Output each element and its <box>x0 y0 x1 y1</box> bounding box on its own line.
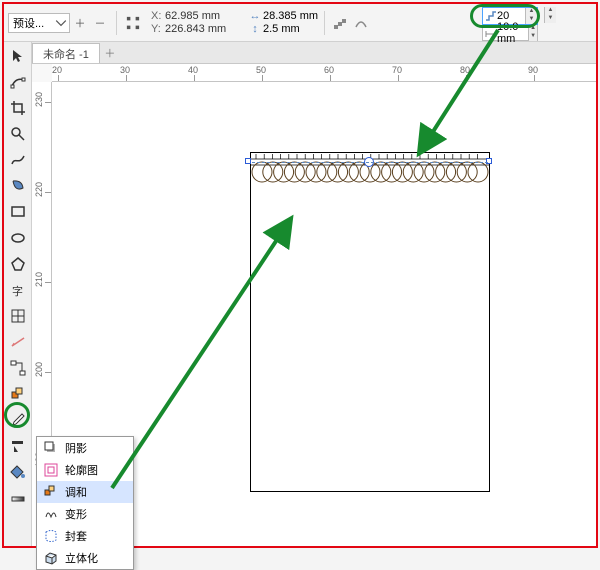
size-readout: ↔28.385 mm ↕2.5 mm <box>247 10 318 35</box>
x-label: X: <box>151 10 165 22</box>
x-value: 62.985 mm <box>165 10 235 22</box>
document-tab[interactable]: 未命名 -1 <box>32 43 100 63</box>
gap-up[interactable]: ▲ <box>528 25 537 33</box>
steps-icon <box>485 10 497 22</box>
height-icon: ↕ <box>247 23 263 35</box>
svg-text:字: 字 <box>12 284 23 298</box>
blend-icon <box>41 485 61 499</box>
blend-gap-input[interactable]: 10.0 mm ▲▼ <box>482 25 538 41</box>
ellipse-tool[interactable] <box>5 225 31 250</box>
page-rectangle <box>250 152 490 492</box>
flyout-label: 立体化 <box>65 550 98 566</box>
aux-up[interactable]: ▲ <box>544 7 556 15</box>
flyout-extrude[interactable]: 立体化 <box>37 547 133 569</box>
flyout-blend[interactable]: 调和 <box>37 481 133 503</box>
horizontal-ruler: 2030405060708090 <box>52 64 596 82</box>
flyout-envelope[interactable]: 封套 <box>37 525 133 547</box>
aux-down[interactable]: ▼ <box>544 15 556 23</box>
flyout-contour[interactable]: 轮廓图 <box>37 459 133 481</box>
envelope-icon <box>41 529 61 543</box>
eyedropper-tool[interactable] <box>5 407 31 432</box>
table-tool[interactable] <box>5 303 31 328</box>
interactive-fill-tool[interactable] <box>5 485 31 510</box>
snap-icon[interactable] <box>123 13 143 33</box>
position-readout: X:62.985 mm Y:226.843 mm <box>151 10 235 35</box>
polygon-tool[interactable] <box>5 251 31 276</box>
flyout-label: 阴影 <box>65 440 87 456</box>
preset-remove-button[interactable]: － <box>90 13 110 33</box>
toolbox: 字 <box>4 42 32 546</box>
fill-tool[interactable] <box>5 459 31 484</box>
flyout-label: 调和 <box>65 484 87 500</box>
smart-fill-tool[interactable] <box>5 173 31 198</box>
steps-up[interactable]: ▲ <box>525 8 537 16</box>
flyout-label: 轮廓图 <box>65 462 98 478</box>
rectangle-tool[interactable] <box>5 199 31 224</box>
effects-tool[interactable] <box>5 381 31 406</box>
flyout-label: 封套 <box>65 528 87 544</box>
width-value: 28.385 mm <box>263 10 318 22</box>
direct-blend-icon[interactable] <box>331 13 351 33</box>
tab-title: 未命名 -1 <box>43 46 89 62</box>
outline-tool[interactable] <box>5 433 31 458</box>
extrude-icon <box>41 551 61 565</box>
gap-icon <box>485 28 497 40</box>
document-tabbar: 未命名 -1 ＋ <box>32 42 596 64</box>
loop-blend-icon[interactable] <box>351 13 371 33</box>
flyout-shadow[interactable]: 阴影 <box>37 437 133 459</box>
blend-end-handle[interactable] <box>486 158 492 164</box>
flyout-label: 变形 <box>65 506 87 522</box>
y-label: Y: <box>151 23 165 35</box>
preset-add-button[interactable]: ＋ <box>70 13 90 33</box>
contour-icon <box>41 463 61 477</box>
crop-tool[interactable] <box>5 95 31 120</box>
y-value: 226.843 mm <box>165 23 235 35</box>
blend-path-indicator <box>252 162 488 163</box>
shadow-icon <box>41 441 61 455</box>
pick-tool[interactable] <box>5 43 31 68</box>
preset-dropdown[interactable]: 预设... <box>8 13 70 33</box>
preset-label: 预设... <box>13 15 53 31</box>
tab-add-button[interactable]: ＋ <box>100 43 120 63</box>
distort-icon <box>41 507 61 521</box>
zoom-tool[interactable] <box>5 121 31 146</box>
blend-start-handle[interactable] <box>245 158 251 164</box>
flyout-distort[interactable]: 变形 <box>37 503 133 525</box>
connector-tool[interactable] <box>5 355 31 380</box>
chevron-down-icon <box>55 17 67 29</box>
shape-tool[interactable] <box>5 69 31 94</box>
freehand-tool[interactable] <box>5 147 31 172</box>
text-tool[interactable]: 字 <box>5 277 31 302</box>
height-value: 2.5 mm <box>263 23 300 35</box>
width-icon: ↔ <box>247 10 263 22</box>
gap-down[interactable]: ▼ <box>528 33 537 41</box>
property-bar: 预设... ＋ － X:62.985 mm Y:226.843 mm ↔28.3… <box>4 4 596 42</box>
dimension-tool[interactable] <box>5 329 31 354</box>
